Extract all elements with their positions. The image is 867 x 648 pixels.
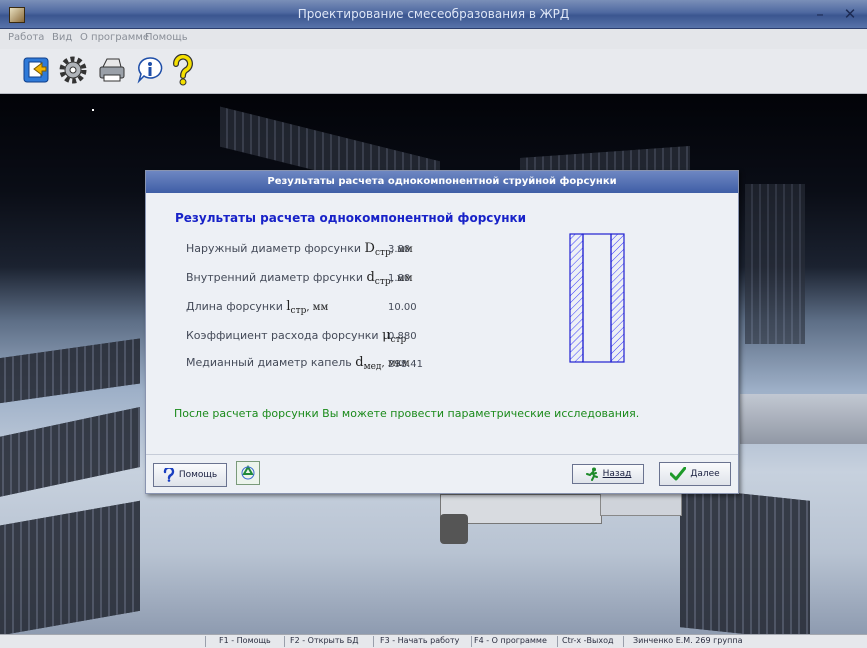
status-f4-about: F4 - О программе — [474, 636, 547, 645]
median-droplet-label: Медианный диаметр капель dмед, мкм — [186, 355, 410, 373]
results-heading: Результаты расчета однокомпонентной форс… — [175, 211, 527, 225]
minimize-button[interactable]: – — [806, 4, 834, 24]
help-button[interactable] — [167, 54, 199, 86]
info-button[interactable] — [134, 54, 166, 86]
results-dialog: Результаты расчета однокомпонентной стру… — [145, 170, 739, 494]
help-dialog-button[interactable]: Помощь — [153, 463, 227, 487]
gear-icon — [59, 56, 87, 84]
menu-view[interactable]: Вид — [52, 32, 72, 43]
next-button[interactable]: Далее — [659, 462, 731, 486]
back-button[interactable]: Назад — [572, 464, 644, 484]
window-title: Проектирование смесеобразования в ЖРД — [297, 7, 570, 21]
running-man-icon — [585, 467, 598, 481]
dialog-button-bar: Помощь Назад Далее — [146, 454, 738, 493]
parametric-study-note: После расчета форсунки Вы можете провест… — [174, 407, 640, 420]
printer-icon — [99, 58, 125, 82]
next-button-label: Далее — [690, 469, 720, 479]
discharge-coefficient-label: Коэффициент расхода форсунки μстр — [186, 328, 407, 346]
length-value: 10.00 — [388, 302, 417, 313]
discharge-coefficient-value: 0.880 — [388, 331, 417, 342]
menu-help[interactable]: Помощь — [145, 32, 188, 43]
status-f3-start: F3 - Начать работу — [380, 636, 460, 645]
status-author: Зинченко Е.М. 269 группа — [633, 636, 743, 645]
outer-diameter-value: 3.80 — [388, 244, 411, 255]
injector-cross-section-icon — [569, 233, 625, 363]
menu-bar: Работа Вид О программе Помощь — [0, 29, 867, 49]
status-f2-open-db: F2 - Открыть БД — [290, 636, 359, 645]
status-bar: F1 - Помощь F2 - Открыть БД F3 - Начать … — [0, 634, 867, 648]
length-label: Длина форсунки lстр, мм — [186, 299, 329, 317]
status-exit: Ctr-x -Выход — [562, 636, 614, 645]
dialog-title: Результаты расчета однокомпонентной стру… — [146, 171, 738, 193]
menu-work[interactable]: Работа — [8, 32, 44, 43]
inner-diameter-value: 1.80 — [388, 273, 411, 284]
close-button[interactable]: ✕ — [836, 4, 864, 24]
menu-about[interactable]: О программе — [80, 32, 149, 43]
settings-button[interactable] — [57, 54, 89, 86]
toolbar — [0, 49, 867, 94]
print-button[interactable] — [96, 54, 128, 86]
back-button-label: Назад — [602, 469, 632, 479]
question-icon — [163, 468, 174, 482]
outer-diameter-label: Наружный диаметр форсунки Dстр, мм — [186, 241, 413, 259]
recycle-icon — [241, 465, 255, 480]
help-dialog-button-label: Помощь — [178, 470, 218, 480]
status-f1-help: F1 - Помощь — [219, 636, 271, 645]
recycle-button[interactable] — [236, 461, 260, 485]
inner-diameter-label: Внутренний диаметр фрсунки dстр, мм — [186, 270, 413, 288]
help-icon — [173, 54, 193, 86]
open-icon — [23, 57, 49, 83]
checkmark-icon — [670, 467, 687, 481]
info-icon — [137, 57, 163, 84]
median-droplet-value: 298.41 — [388, 359, 423, 370]
open-button[interactable] — [20, 54, 52, 86]
title-bar: Проектирование смесеобразования в ЖРД – … — [0, 0, 867, 29]
